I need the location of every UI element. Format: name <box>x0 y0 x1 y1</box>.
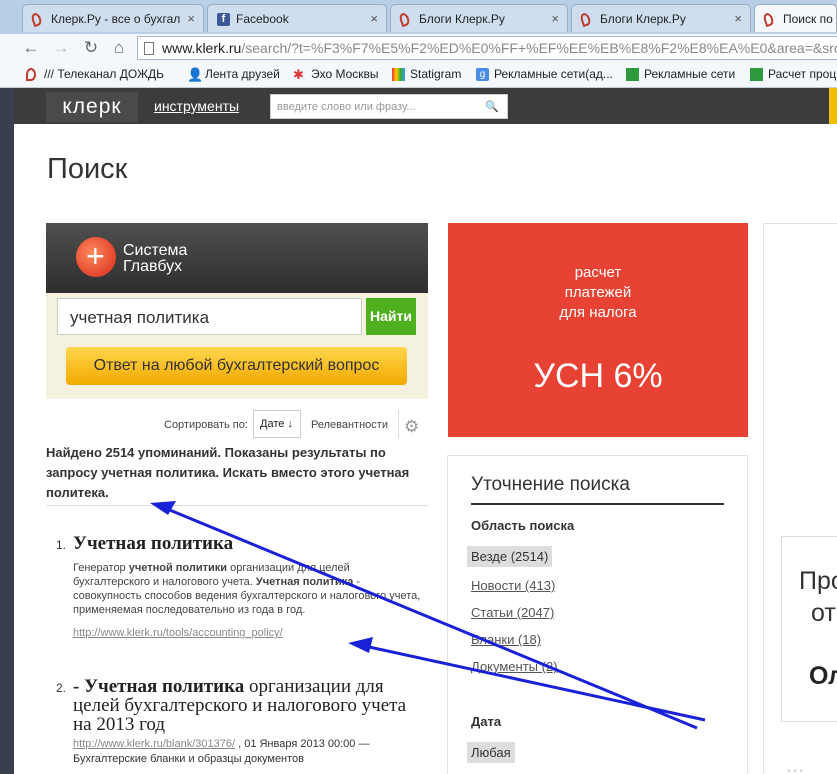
bottom-partial-text: ◦ ◦ ◦ <box>787 766 804 774</box>
arrow-to-url-icon <box>348 637 706 722</box>
annotation-arrows <box>150 501 706 730</box>
arrow-to-suggestion-icon <box>150 501 698 730</box>
